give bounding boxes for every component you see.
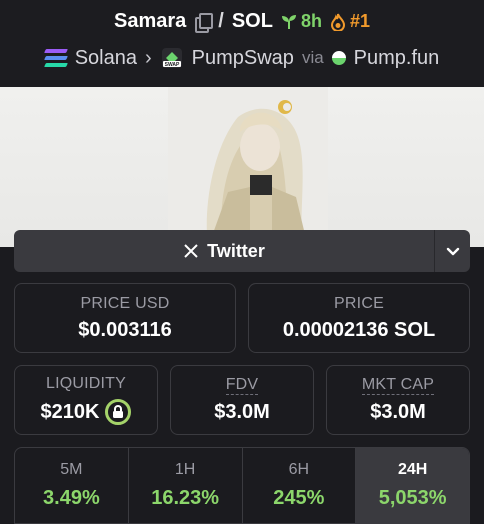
- tab-6h[interactable]: 6H 245%: [243, 448, 357, 523]
- fdv-card: FDV $3.0M: [170, 365, 314, 435]
- chevron-right-icon: ›: [144, 46, 152, 69]
- twitter-button[interactable]: Twitter: [14, 230, 434, 272]
- social-links-bar: Twitter: [14, 230, 470, 272]
- price-usd-value: $0.003116: [78, 318, 172, 341]
- market-cap-value: $3.0M: [370, 401, 426, 423]
- tab-6h-label: 6H: [288, 461, 310, 478]
- pair-header: Samara / SOL 8h #1 Solana › SWAP PumpSwa…: [0, 0, 484, 87]
- price-native-value: 0.00002136 SOL: [282, 318, 436, 341]
- pair-age: 8h: [300, 11, 322, 31]
- pair-title-row: Samara / SOL 8h #1: [0, 10, 484, 33]
- token-banner-image: [0, 87, 484, 247]
- chain-name[interactable]: Solana: [75, 47, 137, 70]
- tab-1h[interactable]: 1H 16.23%: [129, 448, 243, 523]
- tab-5m-label: 5M: [60, 461, 83, 478]
- more-links-button[interactable]: [434, 230, 470, 272]
- copy-icon[interactable]: [194, 12, 214, 33]
- tab-1h-change: 16.23%: [151, 487, 220, 509]
- price-native-card: PRICE 0.00002136 SOL: [248, 283, 470, 353]
- tab-6h-change: 245%: [273, 487, 325, 509]
- quote-token: SOL: [231, 10, 273, 32]
- pair-separator: /: [218, 10, 224, 32]
- trending-rank: #1: [349, 11, 370, 31]
- liquidity-label: LIQUIDITY: [45, 375, 127, 392]
- price-usd-card: PRICE USD $0.003116: [14, 283, 236, 353]
- chain-breadcrumb: Solana › SWAP PumpSwap via Pump.fun: [0, 46, 484, 70]
- tab-24h-label: 24H: [397, 461, 428, 478]
- tab-24h-change: 5,053%: [378, 487, 447, 509]
- tab-5m[interactable]: 5M 3.49%: [15, 448, 129, 523]
- banner-artwork: [168, 87, 328, 247]
- fdv-label[interactable]: FDV: [225, 376, 259, 395]
- svg-text:SWAP: SWAP: [164, 62, 179, 68]
- price-usd-label: PRICE USD: [80, 294, 170, 312]
- chevron-down-icon: [446, 247, 459, 256]
- tab-1h-label: 1H: [174, 461, 196, 478]
- pumpswap-icon: SWAP: [161, 48, 182, 68]
- sprout-icon: [281, 14, 296, 29]
- tab-24h[interactable]: 24H 5,053%: [356, 448, 469, 523]
- x-logo-icon: [184, 244, 198, 258]
- trending-rank-badge[interactable]: #1: [330, 11, 370, 32]
- solana-icon: [43, 49, 68, 67]
- lock-icon[interactable]: [105, 399, 132, 425]
- liquidity-row: $210K: [41, 399, 132, 425]
- pumpfun-icon: [328, 48, 349, 68]
- twitter-label: Twitter: [207, 240, 265, 261]
- via-label: via: [301, 48, 324, 67]
- tab-5m-change: 3.49%: [43, 487, 100, 509]
- price-native-label: PRICE: [334, 294, 384, 312]
- launchpad-name[interactable]: Pump.fun: [354, 47, 440, 70]
- market-cap-label[interactable]: MKT CAP: [361, 376, 435, 395]
- dex-name[interactable]: PumpSwap: [192, 47, 294, 70]
- lock-glyph-icon: [113, 405, 124, 418]
- fdv-value: $3.0M: [214, 401, 270, 423]
- liquidity-value: $210K: [40, 400, 100, 423]
- liquidity-card: LIQUIDITY $210K: [14, 365, 158, 435]
- token-name: Samara: [113, 10, 187, 32]
- flame-icon: [330, 13, 345, 31]
- market-cap-card: MKT CAP $3.0M: [326, 365, 470, 435]
- pair-age-badge: 8h: [281, 11, 322, 32]
- price-change-tabs: 5M 3.49% 1H 16.23% 6H 245% 24H 5,053%: [14, 447, 470, 524]
